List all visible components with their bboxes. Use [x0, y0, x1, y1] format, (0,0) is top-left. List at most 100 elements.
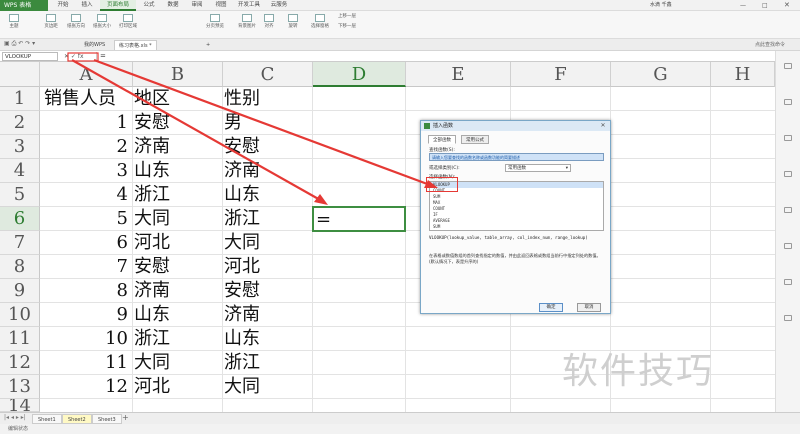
row-header[interactable]: 7: [0, 231, 40, 255]
row-header[interactable]: 4: [0, 159, 40, 183]
sheet-nav-arrows[interactable]: |◂ ◂ ▸ ▸|: [4, 414, 26, 421]
row-header[interactable]: 2: [0, 111, 40, 135]
cell-gender[interactable]: 安慰: [224, 279, 260, 303]
minimize-icon[interactable]: —: [740, 0, 746, 11]
tab-all-functions[interactable]: 全部函数: [428, 135, 456, 144]
cell-number[interactable]: 3: [44, 159, 128, 183]
cell-number[interactable]: 11: [44, 351, 128, 375]
row-header[interactable]: 5: [0, 183, 40, 207]
sheet-tab-1[interactable]: Sheet1: [32, 414, 62, 424]
ok-button[interactable]: 确定: [539, 303, 563, 312]
menu-tab-start[interactable]: 开始: [52, 0, 74, 11]
category-select[interactable]: 常用函数 ▾: [505, 164, 571, 172]
insert-function-dialog[interactable]: 插入函数 ✕ 全部函数 常用公式 查找函数(S): 请输入您要查找的函数名称或函…: [420, 120, 611, 314]
function-item[interactable]: SUM: [430, 224, 603, 230]
row-header[interactable]: 1: [0, 87, 40, 111]
column-header[interactable]: F: [511, 62, 611, 87]
row-header[interactable]: 13: [0, 375, 40, 399]
cell-region[interactable]: 浙江: [134, 183, 170, 207]
ribbon-orientation[interactable]: 纸张方向: [64, 13, 88, 37]
cell-gender[interactable]: 济南: [224, 159, 260, 183]
cell-gender[interactable]: 男: [224, 111, 242, 135]
cell-gender[interactable]: 济南: [224, 303, 260, 327]
header-cell-region[interactable]: 地区: [134, 87, 170, 111]
cell-number[interactable]: 8: [44, 279, 128, 303]
cell-gender[interactable]: 大同: [224, 375, 260, 399]
column-header[interactable]: H: [711, 62, 775, 87]
header-cell-salesperson[interactable]: 销售人员: [44, 87, 116, 111]
sidebar-select-icon[interactable]: [780, 63, 796, 75]
cell-region[interactable]: 大同: [134, 351, 170, 375]
row-header[interactable]: 8: [0, 255, 40, 279]
cell-region[interactable]: 安慰: [134, 111, 170, 135]
sidebar-shape-icon[interactable]: [780, 135, 796, 147]
cell-gender[interactable]: 河北: [224, 255, 260, 279]
cell-region[interactable]: 山东: [134, 303, 170, 327]
column-header[interactable]: E: [406, 62, 511, 87]
column-header[interactable]: G: [611, 62, 711, 87]
quick-access-icons[interactable]: ▣ ⎙ ↶ ↷ ▾: [4, 40, 35, 48]
ribbon-theme[interactable]: 主题: [4, 13, 24, 37]
cell-number[interactable]: 4: [44, 183, 128, 207]
column-header[interactable]: B: [133, 62, 223, 87]
cell-gender[interactable]: 安慰: [224, 135, 260, 159]
formula-buttons[interactable]: ✕ ✓ fx: [64, 52, 94, 61]
sidebar-tools-icon[interactable]: [780, 243, 796, 255]
header-cell-gender[interactable]: 性别: [224, 87, 260, 111]
cell-region[interactable]: 济南: [134, 279, 170, 303]
function-search-input[interactable]: 请输入您要查找的函数名称或函数功能的简要描述: [429, 153, 604, 161]
cell-number[interactable]: 5: [44, 207, 128, 231]
cell-region[interactable]: 大同: [134, 207, 170, 231]
ribbon-paper-size[interactable]: 纸张大小: [90, 13, 114, 37]
row-header-selected[interactable]: 6: [0, 207, 40, 231]
dialog-close-icon[interactable]: ✕: [599, 122, 607, 130]
cell-gender[interactable]: 山东: [224, 327, 260, 351]
tab-common-formulas[interactable]: 常用公式: [461, 135, 489, 144]
cell-gender[interactable]: 大同: [224, 231, 260, 255]
row-header[interactable]: 3: [0, 135, 40, 159]
cell-region[interactable]: 山东: [134, 159, 170, 183]
menu-tab-developer[interactable]: 开发工具: [234, 0, 264, 11]
add-sheet-button[interactable]: +: [122, 413, 129, 422]
user-name[interactable]: 水滴 千鑫: [650, 0, 672, 11]
cell-number[interactable]: 7: [44, 255, 128, 279]
formula-input[interactable]: =: [96, 52, 786, 61]
cell-region[interactable]: 安慰: [134, 255, 170, 279]
ribbon-margins[interactable]: 页边距: [40, 13, 62, 37]
maximize-icon[interactable]: □: [762, 0, 768, 11]
row-header[interactable]: 14: [0, 399, 40, 412]
cell-gender[interactable]: 山东: [224, 183, 260, 207]
command-search[interactable]: 点此查找命令: [755, 41, 785, 48]
ribbon-rotate[interactable]: 旋转: [282, 13, 304, 37]
tab-document[interactable]: 练习表格.xls *: [114, 40, 157, 50]
dialog-title[interactable]: 插入函数: [421, 121, 610, 131]
menu-tab-cloud[interactable]: 云服务: [266, 0, 292, 11]
close-icon[interactable]: ✕: [784, 0, 790, 11]
cell-gender[interactable]: 浙江: [224, 351, 260, 375]
sheet-tab-2[interactable]: Sheet2: [62, 414, 92, 424]
sidebar-backup-icon[interactable]: [780, 207, 796, 219]
cell-number[interactable]: 9: [44, 303, 128, 327]
sidebar-property-icon[interactable]: [780, 171, 796, 183]
cell-region[interactable]: 河北: [134, 375, 170, 399]
select-all-corner[interactable]: [0, 62, 40, 87]
new-tab-button[interactable]: +: [202, 40, 214, 50]
cell-number[interactable]: 2: [44, 135, 128, 159]
cell-region[interactable]: 河北: [134, 231, 170, 255]
name-box[interactable]: VLOOKUP: [2, 52, 58, 61]
row-header[interactable]: 10: [0, 303, 40, 327]
tab-my-wps[interactable]: 我的WPS: [80, 40, 109, 50]
cell-gender[interactable]: 浙江: [224, 207, 260, 231]
sidebar-share-icon[interactable]: [780, 279, 796, 291]
row-header[interactable]: 9: [0, 279, 40, 303]
cell-number[interactable]: 12: [44, 375, 128, 399]
sidebar-help-icon[interactable]: [780, 315, 796, 327]
cancel-button[interactable]: 取消: [577, 303, 601, 312]
sheet-tab-3[interactable]: Sheet3: [92, 414, 122, 424]
column-header[interactable]: A: [40, 62, 133, 87]
column-header[interactable]: C: [223, 62, 313, 87]
cell-region[interactable]: 浙江: [134, 327, 170, 351]
ribbon-page-break[interactable]: 分页预览: [200, 13, 230, 37]
row-header[interactable]: 11: [0, 327, 40, 351]
ribbon-selection-pane[interactable]: 选择窗格: [306, 13, 334, 37]
